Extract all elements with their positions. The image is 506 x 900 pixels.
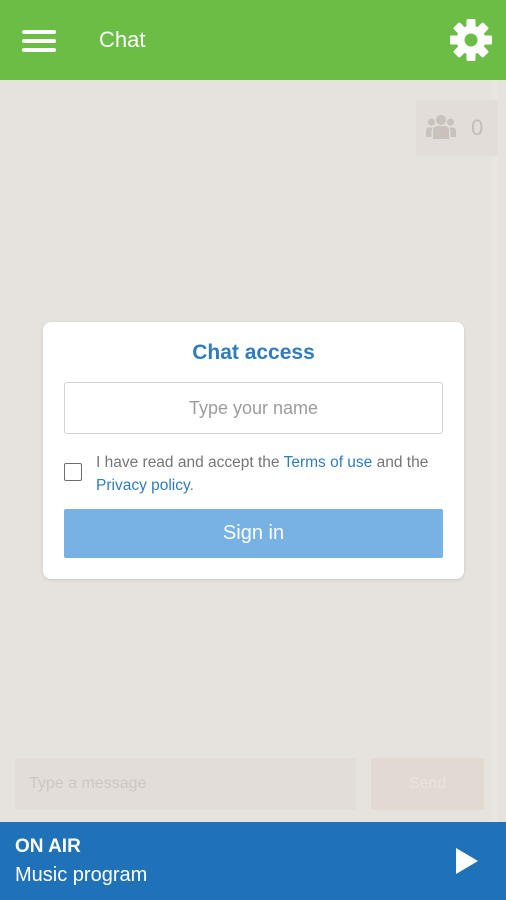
hamburger-menu-icon[interactable] (22, 26, 58, 54)
chat-scrollbar[interactable] (492, 80, 498, 822)
message-input[interactable] (15, 758, 356, 810)
sign-in-button[interactable]: Sign in (64, 509, 443, 558)
page-title: Chat (99, 27, 146, 52)
terms-of-use-link[interactable]: Terms of use (284, 454, 373, 471)
online-users-count: 0 (471, 115, 484, 140)
gear-icon[interactable] (449, 18, 493, 62)
program-name: Music program (15, 864, 148, 886)
terms-text: I have read and accept the Terms of use … (96, 451, 444, 497)
terms-middle: and the (372, 454, 429, 471)
on-air-status: ON AIR (15, 836, 81, 857)
play-icon[interactable] (452, 846, 482, 876)
dialog-title: Chat access (192, 341, 315, 364)
terms-acceptance: I have read and accept the Terms of use … (64, 448, 444, 498)
online-users-counter[interactable]: 0 (416, 100, 498, 156)
terms-suffix: . (189, 477, 194, 494)
message-composer: Send (0, 750, 506, 822)
radio-player-bar: ON AIR Music program (0, 822, 506, 900)
privacy-policy-link[interactable]: Privacy policy (96, 477, 190, 494)
terms-prefix: I have read and accept the (96, 454, 284, 471)
chat-access-dialog: Chat access I have read and accept the T… (43, 322, 464, 579)
app-header: Chat (0, 0, 506, 80)
users-group-icon (426, 114, 456, 140)
terms-checkbox[interactable] (64, 463, 82, 481)
send-button[interactable]: Send (371, 758, 484, 810)
name-input[interactable] (64, 382, 443, 434)
